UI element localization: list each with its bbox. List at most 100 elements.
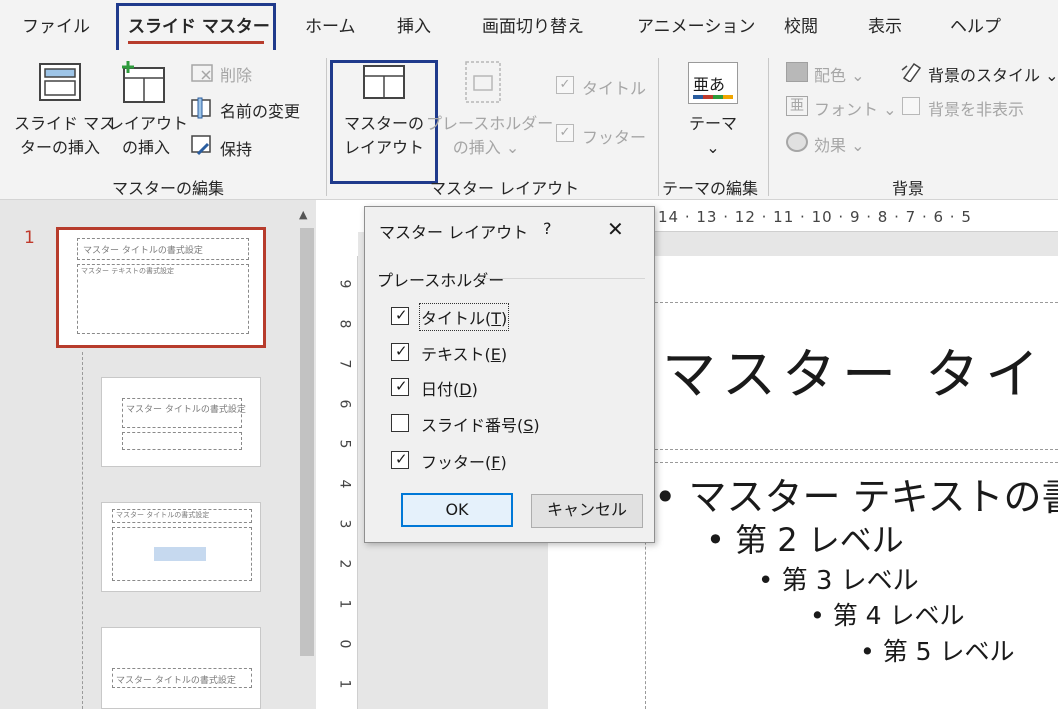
tab-home[interactable]: ホーム: [305, 12, 356, 37]
group-label-edit-theme: テーマの編集: [662, 179, 759, 198]
scroll-up-icon[interactable]: ▲: [299, 208, 307, 221]
chevron-down-icon: ⌄: [1045, 66, 1058, 85]
tab-transitions[interactable]: 画面切り替え: [482, 12, 584, 37]
layout-tree-line: [82, 352, 83, 709]
layout-thumbnail[interactable]: マスター タイトルの書式設定: [101, 377, 261, 467]
tab-help[interactable]: ヘルプ: [950, 12, 1001, 37]
group-label-edit-master: マスターの編集: [112, 179, 225, 198]
insert-layout-icon: [118, 60, 168, 104]
preserve-button[interactable]: 保持: [220, 136, 252, 160]
slide-number: 1: [24, 228, 35, 248]
group-separator: [658, 58, 659, 196]
insert-layout-button[interactable]: レイアウト の挿入: [108, 112, 188, 160]
ruler-tick-label: 1: [336, 679, 353, 689]
ruler-tick-label: 4: [336, 479, 353, 489]
option-date-label: 日付(D): [421, 380, 478, 399]
group-label-master-layout: マスター レイアウト: [430, 179, 580, 198]
tab-file[interactable]: ファイル: [22, 12, 90, 37]
ruler-tick-label: 0: [336, 639, 353, 649]
chevron-down-icon: ⌄: [505, 138, 520, 157]
delete-button[interactable]: 削除: [220, 62, 252, 86]
slide-thumbnail-pane: 1 マスター タイトルの書式設定 マスター テキストの書式設定 マスター タイト…: [0, 200, 316, 709]
footer-checkbox[interactable]: ✓: [556, 124, 574, 142]
colors-icon: [786, 62, 808, 82]
tab-highlight-box: [116, 3, 276, 55]
hide-background-label: 背景を非表示: [928, 100, 1025, 119]
bullet-level-3: • 第 3 レベル: [758, 566, 919, 596]
tab-animations[interactable]: アニメーション: [637, 12, 755, 37]
bullet-level-5: • 第 5 レベル: [860, 637, 1015, 666]
fonts-icon: 亜: [786, 96, 808, 116]
close-icon[interactable]: ✕: [607, 217, 624, 241]
thumb-title-text: マスター タイトルの書式設定: [116, 511, 210, 519]
layout-thumbnail[interactable]: マスター タイトルの書式設定: [101, 627, 261, 709]
tab-insert[interactable]: 挿入: [397, 12, 431, 37]
theme-button[interactable]: テーマ ⌄: [676, 112, 750, 160]
level-2-text[interactable]: 第 2 レベル: [735, 521, 904, 559]
rename-button[interactable]: 名前の変更: [220, 98, 300, 122]
fonts-button[interactable]: フォント ⌄: [814, 96, 897, 120]
ribbon: スライド マス ターの挿入 レイアウト の挿入 削除 名前の変更 保持 マスター…: [0, 50, 1058, 200]
insert-slide-master-button[interactable]: スライド マス ターの挿入: [14, 112, 115, 160]
tab-review[interactable]: 校閲: [784, 12, 818, 37]
hide-background-checkbox[interactable]: [902, 97, 920, 115]
slide-master-thumbnail[interactable]: マスター タイトルの書式設定 マスター テキストの書式設定: [56, 227, 266, 348]
help-icon[interactable]: ?: [543, 219, 552, 238]
background-styles-icon: [900, 60, 922, 84]
effects-icon: [786, 132, 808, 152]
ruler-tick-label: 8: [336, 319, 353, 329]
cancel-button[interactable]: キャンセル: [531, 494, 643, 528]
scrollbar-thumb[interactable]: [300, 228, 314, 656]
checkbox-date[interactable]: ✓: [391, 377, 409, 396]
layout-thumbnail[interactable]: マスター タイトルの書式設定: [101, 502, 261, 592]
option-text-label: テキスト(E): [421, 345, 508, 364]
chevron-down-icon: ⌄: [706, 138, 720, 157]
level-3-text[interactable]: 第 3 レベル: [782, 566, 919, 596]
thumb-title-text: マスター タイトルの書式設定: [116, 676, 236, 686]
thumb-title-text: マスター タイトルの書式設定: [126, 405, 246, 415]
option-footer-label: フッター(F): [421, 453, 507, 472]
horizontal-ruler: 14 · 13 · 12 · 11 · 10 · 9 · 8 · 7 · 6 ·…: [650, 204, 1058, 232]
effects-button[interactable]: 効果 ⌄: [814, 132, 865, 156]
level-1-text[interactable]: マスター テキストの書: [689, 475, 1058, 519]
chevron-down-icon: ⌄: [851, 66, 865, 85]
slide-title[interactable]: マスター タイ: [662, 330, 1045, 409]
ruler-tick-label: 5: [336, 439, 353, 449]
ok-button[interactable]: OK: [401, 493, 513, 527]
level-4-text[interactable]: 第 4 レベル: [833, 601, 965, 630]
checkbox-text[interactable]: ✓: [391, 342, 409, 361]
group-separator: [768, 58, 769, 196]
checkbox-title[interactable]: ✓: [391, 306, 409, 325]
ruler-tick-label: 9: [336, 279, 353, 289]
thumb-subtitle-placeholder: [122, 432, 242, 450]
level-5-text[interactable]: 第 5 レベル: [883, 637, 1015, 666]
checkbox-slide-number[interactable]: ✓: [391, 414, 409, 432]
thumb-title-text: マスター タイトルの書式設定: [83, 246, 203, 256]
checkbox-footer[interactable]: ✓: [391, 450, 409, 469]
thumb-body-text: マスター テキストの書式設定: [81, 267, 175, 275]
insert-placeholder-button[interactable]: プレースホルダー の挿入 ⌄: [426, 112, 553, 160]
rename-icon: [190, 97, 214, 119]
group-label-background: 背景: [892, 179, 925, 198]
ruler-ticks: 14 · 13 · 12 · 11 · 10 · 9 · 8 · 7 · 6 ·…: [658, 208, 972, 226]
chevron-down-icon: ⌄: [883, 100, 897, 119]
dialog-title: マスター レイアウト: [379, 223, 529, 242]
insert-slide-master-icon: [38, 62, 82, 102]
bullet-level-4: • 第 4 レベル: [810, 601, 965, 630]
background-styles-button[interactable]: 背景のスタイル ⌄: [928, 62, 1058, 86]
delete-icon: [190, 63, 214, 83]
option-title-label: タイトル(T): [418, 303, 510, 331]
title-checkbox[interactable]: ✓: [556, 76, 574, 94]
tab-view[interactable]: 表示: [868, 12, 902, 37]
theme-icon: 亜あ: [688, 62, 738, 104]
colors-button[interactable]: 配色 ⌄: [814, 62, 865, 86]
master-layout-dialog: マスター レイアウト ? ✕ プレースホルダー ✓ タイトル(T) ✓ テキスト…: [364, 206, 655, 543]
group-divider: [477, 278, 645, 279]
footer-check-label: フッター: [582, 128, 647, 147]
ruler-tick-label: 6: [336, 399, 353, 409]
master-layout-highlight-box: [330, 60, 438, 184]
ruler-tick-label: 1: [336, 599, 353, 609]
ruler-tick-label: 3: [336, 519, 353, 529]
vertical-ruler: 9 8 7 6 5 4 3 2 1 0 1: [336, 256, 358, 709]
insert-placeholder-icon: [464, 60, 502, 104]
